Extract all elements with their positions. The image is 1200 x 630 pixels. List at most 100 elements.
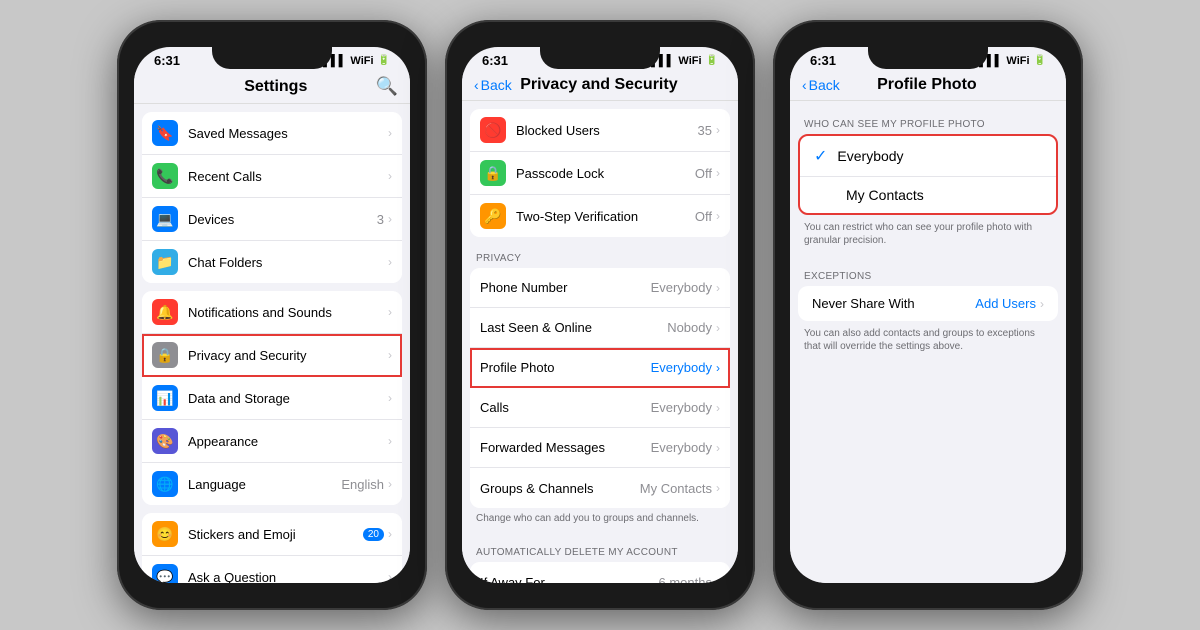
list-item-passcode[interactable]: 🔒 Passcode Lock Off › [470, 152, 730, 195]
list-item-two-step[interactable]: 🔑 Two-Step Verification Off › [470, 195, 730, 237]
time-1: 6:31 [154, 53, 180, 68]
search-icon-1[interactable]: 🔍 [376, 76, 398, 97]
list-item-phone-number[interactable]: Phone Number Everybody › [470, 268, 730, 308]
ask-question-label: Ask a Question [188, 570, 388, 584]
delete-section-header: AUTOMATICALLY DELETE MY ACCOUNT [462, 537, 738, 562]
list-item-ask-question[interactable]: 💬 Ask a Question › [142, 556, 402, 583]
language-icon: 🌐 [152, 471, 178, 497]
list-item-language[interactable]: 🌐 Language English › [142, 463, 402, 505]
last-seen-label: Last Seen & Online [480, 320, 667, 335]
time-2: 6:31 [482, 53, 508, 68]
chevron-appearance: › [388, 434, 392, 448]
saved-messages-icon: 🔖 [152, 120, 178, 146]
delete-group: If Away For 6 months › [470, 562, 730, 583]
list-item-data-storage[interactable]: 📊 Data and Storage › [142, 377, 402, 420]
nav-title-1: Settings [176, 78, 376, 96]
checkmark-everybody: ✓ [814, 146, 827, 166]
language-value: English [341, 477, 384, 492]
data-storage-icon: 📊 [152, 385, 178, 411]
chat-folders-label: Chat Folders [188, 255, 388, 270]
nav-back-3[interactable]: ‹ Back [802, 77, 840, 93]
passcode-value: Off [695, 166, 712, 181]
list-item-profile-photo[interactable]: Profile Photo Everybody › [470, 348, 730, 388]
language-label: Language [188, 477, 341, 492]
chevron-passcode: › [716, 166, 720, 180]
list-item-devices[interactable]: 💻 Devices 3 › [142, 198, 402, 241]
nav-bar-3: ‹ Back Profile Photo [790, 72, 1066, 101]
chevron-calls-privacy: › [716, 401, 720, 415]
stickers-icon: 😊 [152, 521, 178, 547]
profile-photo-value: Everybody [651, 360, 712, 375]
nav-title-2: Privacy and Security [512, 76, 686, 94]
devices-label: Devices [188, 212, 377, 227]
list-item-blocked-users[interactable]: 🚫 Blocked Users 35 › [470, 109, 730, 152]
list-item-if-away[interactable]: If Away For 6 months › [470, 562, 730, 583]
battery-icon-2: 🔋 [706, 55, 718, 66]
list-item-saved-messages[interactable]: 🔖 Saved Messages › [142, 112, 402, 155]
chevron-two-step: › [716, 209, 720, 223]
ask-question-icon: 💬 [152, 564, 178, 583]
wifi-icon-2: WiFi [678, 55, 701, 67]
phone-3: 6:31 ▌▌▌ WiFi 🔋 ‹ Back Profile Photo WHO… [773, 20, 1083, 610]
list-item-stickers[interactable]: 😊 Stickers and Emoji 20 › [142, 513, 402, 556]
data-storage-label: Data and Storage [188, 391, 388, 406]
option-my-contacts-label: My Contacts [846, 187, 924, 203]
profile-photo-label: Profile Photo [480, 360, 651, 375]
groups-value: My Contacts [640, 481, 712, 496]
who-can-see-header: WHO CAN SEE MY PROFILE PHOTO [790, 109, 1066, 134]
chevron-ask: › [388, 570, 392, 583]
list-item-last-seen[interactable]: Last Seen & Online Nobody › [470, 308, 730, 348]
chevron-last-seen: › [716, 321, 720, 335]
exception-never-share[interactable]: Never Share With Add Users › [798, 286, 1058, 321]
list-item-appearance[interactable]: 🎨 Appearance › [142, 420, 402, 463]
chevron-notifications: › [388, 305, 392, 319]
option-everybody[interactable]: ✓ Everybody [800, 136, 1056, 177]
blocked-users-icon: 🚫 [480, 117, 506, 143]
devices-icon: 💻 [152, 206, 178, 232]
option-everybody-label: Everybody [837, 148, 903, 164]
list-item-groups-channels[interactable]: Groups & Channels My Contacts › [470, 468, 730, 508]
groups-label: Groups & Channels [480, 481, 640, 496]
list-item-notifications[interactable]: 🔔 Notifications and Sounds › [142, 291, 402, 334]
blocked-users-label: Blocked Users [516, 123, 698, 138]
battery-icon-3: 🔋 [1034, 55, 1046, 66]
who-can-see-options: ✓ Everybody My Contacts [798, 134, 1058, 215]
calls-value: Everybody [651, 400, 712, 415]
nav-title-3: Profile Photo [840, 76, 1014, 94]
blocked-users-value: 35 [698, 123, 712, 138]
nav-back-2[interactable]: ‹ Back [474, 77, 512, 93]
notifications-icon: 🔔 [152, 299, 178, 325]
phone-2-screen: 6:31 ▌▌▌ WiFi 🔋 ‹ Back Privacy and Secur… [462, 47, 738, 583]
list-item-calls-privacy[interactable]: Calls Everybody › [470, 388, 730, 428]
screen-2-content: 🚫 Blocked Users 35 › 🔒 Passcode Lock Off… [462, 101, 738, 583]
forwarded-value: Everybody [651, 440, 712, 455]
stickers-badge: 20 [363, 528, 384, 541]
settings-group-1: 🔖 Saved Messages › 📞 Recent Calls › 💻 De… [142, 112, 402, 283]
phone-1: 6:31 ▌▌▌ WiFi 🔋 Settings 🔍 [117, 20, 427, 610]
settings-group-3: 😊 Stickers and Emoji 20 › 💬 Ask a Questi… [142, 513, 402, 583]
list-item-privacy[interactable]: 🔒 Privacy and Security › [142, 334, 402, 377]
time-3: 6:31 [810, 53, 836, 68]
privacy-label: Privacy and Security [188, 348, 388, 363]
never-share-label: Never Share With [812, 296, 915, 311]
list-item-chat-folders[interactable]: 📁 Chat Folders › [142, 241, 402, 283]
passcode-label: Passcode Lock [516, 166, 695, 181]
status-icons-1: ▌▌▌ WiFi 🔋 [323, 55, 390, 67]
privacy-group: Phone Number Everybody › Last Seen & Onl… [470, 268, 730, 508]
phone-1-screen: 6:31 ▌▌▌ WiFi 🔋 Settings 🔍 [134, 47, 410, 583]
chevron-language: › [388, 477, 392, 491]
chevron-stickers: › [388, 527, 392, 541]
option-my-contacts[interactable]: My Contacts [800, 177, 1056, 213]
privacy-section-header: PRIVACY [462, 243, 738, 268]
screen-1-content: 🔖 Saved Messages › 📞 Recent Calls › 💻 De… [134, 104, 410, 583]
chevron-blocked: › [716, 123, 720, 137]
wifi-icon: WiFi [350, 55, 373, 67]
forwarded-label: Forwarded Messages [480, 440, 651, 455]
exceptions-note: You can also add contacts and groups to … [790, 321, 1066, 359]
notch-2 [540, 47, 660, 69]
chevron-profile-photo: › [716, 361, 720, 375]
status-icons-2: ▌▌▌ WiFi 🔋 [651, 55, 718, 67]
list-item-recent-calls[interactable]: 📞 Recent Calls › [142, 155, 402, 198]
list-item-forwarded[interactable]: Forwarded Messages Everybody › [470, 428, 730, 468]
exceptions-header: EXCEPTIONS [790, 259, 1066, 286]
